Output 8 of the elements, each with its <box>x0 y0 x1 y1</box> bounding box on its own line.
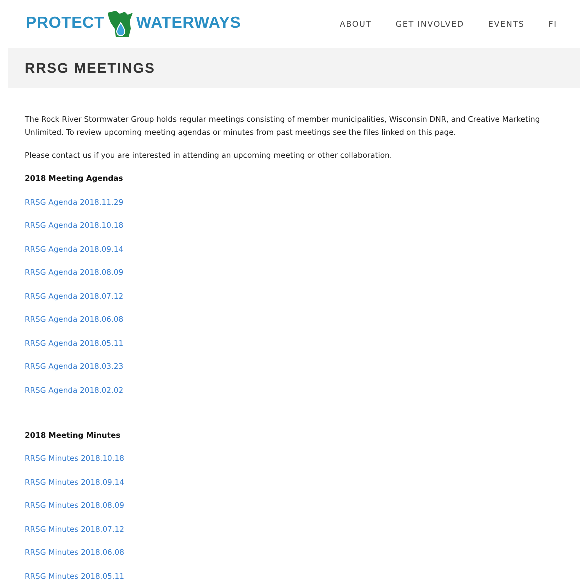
nav-link[interactable]: FI <box>548 20 558 28</box>
logo-text: WATERWAYS <box>136 15 242 33</box>
nav-link[interactable]: ABOUT <box>340 20 372 28</box>
state-map-drop-icon <box>106 9 136 39</box>
page-title: RRSG MEETINGS <box>25 60 156 76</box>
nav-link[interactable]: GET INVOLVED <box>396 20 464 28</box>
nav-link[interactable]: EVENTS <box>488 20 525 28</box>
logo-text: PROTECT <box>26 15 105 33</box>
